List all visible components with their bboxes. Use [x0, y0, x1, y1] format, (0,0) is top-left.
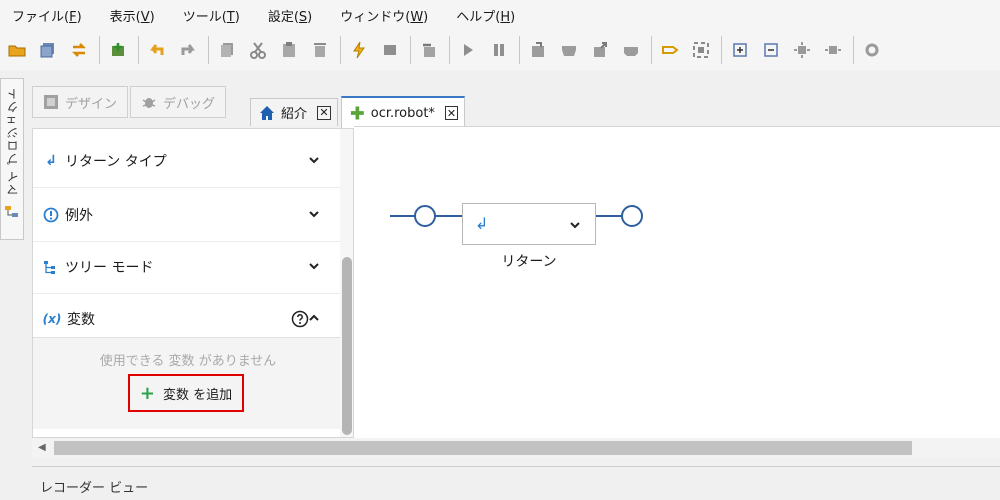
lightning-icon[interactable]	[346, 37, 372, 63]
sync-icon[interactable]	[66, 37, 92, 63]
design-mode-button[interactable]: デザイン	[32, 86, 129, 118]
close-icon[interactable]: ✕	[444, 106, 458, 120]
robot-icon	[350, 106, 364, 120]
cut-icon[interactable]	[245, 37, 271, 63]
toolbar-separator	[410, 36, 411, 64]
delete-icon[interactable]	[307, 37, 333, 63]
section-tree-mode[interactable]: ツリー モード	[33, 241, 343, 293]
toolbar-separator	[208, 36, 209, 64]
side-tab-label: マイ プロジェクト	[5, 87, 20, 196]
flow-canvas[interactable]: ↲ リターン	[354, 126, 1000, 438]
project-tree-icon	[5, 205, 18, 217]
variables-label: 変数	[67, 312, 95, 328]
tree-icon	[44, 261, 55, 274]
toolbar-separator	[651, 36, 652, 64]
step-over-icon[interactable]	[556, 37, 582, 63]
menu-window[interactable]: ウィンドウ(W)	[340, 6, 428, 25]
menu-file[interactable]: ファイル(F)	[12, 6, 82, 25]
flow-connector	[596, 215, 623, 217]
divider	[32, 466, 1000, 467]
toolbar-separator	[340, 36, 341, 64]
toolbar-separator	[519, 36, 520, 64]
design-label: デザイン	[65, 96, 118, 112]
bug-icon	[142, 98, 156, 108]
tab-intro-label: 紹介	[281, 107, 308, 122]
menu-bar: ファイル(F) 表示(V) ツール(T) 設定(S) ウィンドウ(W) ヘルプ(…	[0, 0, 1000, 30]
variables-body: 使用できる 変数 がありません + 変数 を追加	[33, 337, 343, 429]
target-icon[interactable]	[688, 37, 714, 63]
chevron-down-icon	[309, 211, 319, 218]
no-variables-message: 使用できる 変数 がありません	[99, 354, 277, 369]
recorder-view-tab[interactable]: レコーダー ビュー	[40, 477, 148, 496]
tab-ocr-robot[interactable]: ocr.robot* ✕	[341, 96, 465, 128]
add-variable-button[interactable]: + 変数 を追加	[128, 374, 244, 412]
toolbar-separator	[449, 36, 450, 64]
return-icon: ↲	[475, 214, 489, 233]
debug-label: デバッグ	[163, 96, 216, 112]
chevron-up-icon[interactable]	[307, 311, 321, 325]
expand-icon[interactable]	[727, 37, 753, 63]
section-return-type[interactable]: ↲ リターン タイプ	[33, 135, 343, 187]
copy-icon[interactable]	[214, 37, 240, 63]
menu-settings[interactable]: 設定(S)	[268, 6, 312, 25]
add-variable-label: 変数 を追加	[162, 387, 233, 403]
plus-icon: +	[139, 382, 155, 404]
step-back-icon[interactable]	[618, 37, 644, 63]
menu-help[interactable]: ヘルプ(H)	[456, 6, 515, 25]
divider	[33, 187, 343, 188]
toolbar	[0, 30, 1000, 70]
flow-connector	[436, 215, 463, 217]
return-type-label: リターン タイプ	[65, 154, 167, 170]
redo-icon[interactable]	[175, 37, 201, 63]
collapse-icon[interactable]	[758, 37, 784, 63]
pause-icon[interactable]	[486, 37, 512, 63]
add-step-icon[interactable]	[105, 37, 131, 63]
properties-panel: ↲ リターン タイプ 例外 ツリー モード (x) 変数 使用できる 変数 があ…	[32, 128, 354, 438]
tag-icon[interactable]	[657, 37, 683, 63]
my-project-side-tab[interactable]: マイ プロジェクト	[0, 78, 24, 240]
refresh-icon[interactable]	[416, 37, 442, 63]
home-icon	[260, 105, 274, 120]
settings-icon[interactable]	[859, 37, 885, 63]
chevron-down-icon	[309, 157, 319, 164]
step-out-icon[interactable]	[587, 37, 613, 63]
tab-intro[interactable]: 紹介 ✕	[250, 98, 338, 126]
flow-start-node[interactable]	[414, 205, 436, 227]
zoom-in-icon[interactable]	[789, 37, 815, 63]
mode-toggle: デザイン デバッグ	[32, 86, 228, 118]
tab-ocr-label: ocr.robot*	[370, 105, 435, 121]
toolbar-separator	[138, 36, 139, 64]
chevron-down-icon[interactable]	[569, 219, 581, 231]
stop-icon[interactable]	[377, 37, 403, 63]
open-folder-icon[interactable]	[4, 37, 30, 63]
debug-mode-button[interactable]: デバッグ	[130, 86, 227, 118]
scroll-left-icon[interactable]: ◀	[38, 442, 46, 453]
panel-scrollbar-thumb[interactable]	[342, 257, 352, 435]
step-in-icon[interactable]	[525, 37, 551, 63]
menu-tools[interactable]: ツール(T)	[183, 6, 240, 25]
undo-icon[interactable]	[144, 37, 170, 63]
tree-mode-label: ツリー モード	[65, 260, 154, 276]
exception-label: 例外	[65, 208, 93, 224]
menu-view[interactable]: 表示(V)	[110, 6, 155, 25]
exclamation-icon	[43, 207, 59, 223]
toolbar-separator	[721, 36, 722, 64]
save-all-icon[interactable]	[35, 37, 61, 63]
chevron-down-icon	[309, 263, 319, 270]
horizontal-scrollbar-thumb[interactable]	[54, 441, 912, 455]
return-icon: ↲	[45, 153, 57, 169]
variable-icon: (x)	[42, 312, 62, 326]
return-step-label: リターン	[501, 254, 557, 270]
close-icon[interactable]: ✕	[317, 105, 332, 120]
horizontal-scrollbar[interactable]: ◀	[32, 438, 1000, 458]
zoom-out-icon[interactable]	[820, 37, 846, 63]
section-exception[interactable]: 例外	[33, 189, 343, 241]
paste-icon[interactable]	[276, 37, 302, 63]
toolbar-separator	[99, 36, 100, 64]
play-icon[interactable]	[455, 37, 481, 63]
flow-end-node[interactable]	[621, 205, 643, 227]
design-icon	[44, 95, 58, 109]
toolbar-separator	[853, 36, 854, 64]
return-step[interactable]: ↲	[462, 203, 596, 245]
